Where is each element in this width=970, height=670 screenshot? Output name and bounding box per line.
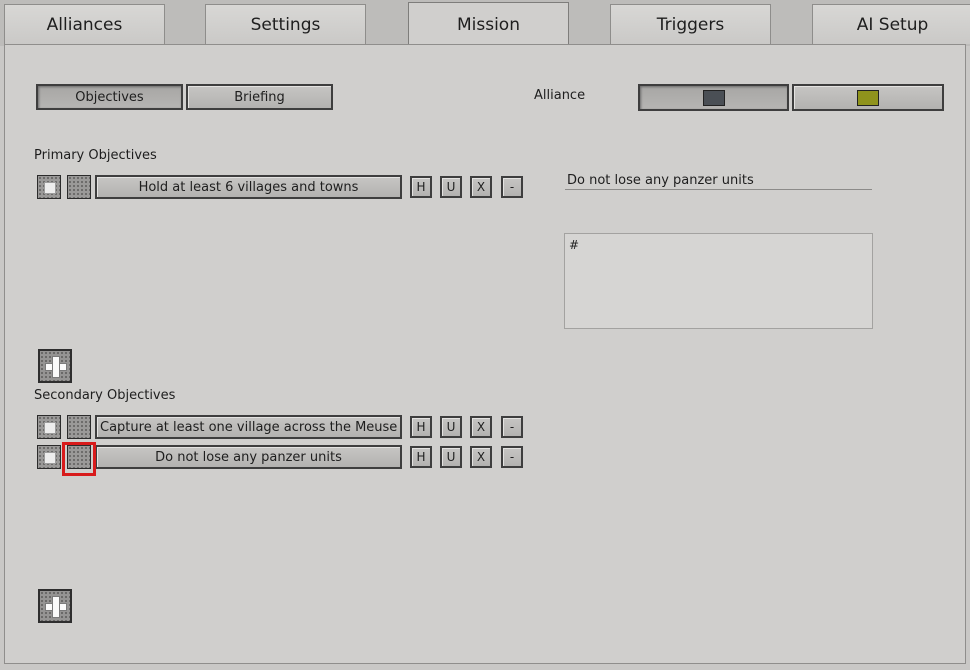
alliance-label: Alliance (534, 88, 586, 103)
primary-1-x-button[interactable]: X (470, 176, 492, 198)
secondary-objectives-heading: Secondary Objectives (34, 388, 176, 403)
alliance-1-color-swatch (702, 89, 725, 106)
secondary-2-u-button[interactable]: U (440, 446, 462, 468)
alliance-2-color-swatch (857, 89, 879, 106)
mission-panel (4, 44, 966, 664)
selection-highlight (62, 442, 96, 476)
secondary-1-remove-button[interactable]: - (501, 416, 523, 438)
secondary-2-h-button[interactable]: H (410, 446, 432, 468)
primary-objectives-heading: Primary Objectives (34, 148, 157, 163)
add-secondary-objective-button[interactable] (38, 589, 72, 623)
checkbox-indicator (44, 182, 56, 194)
secondary-2-x-button[interactable]: X (470, 446, 492, 468)
objective-title-field[interactable]: Do not lose any panzer units (565, 172, 872, 190)
plus-icon-stem (52, 596, 60, 618)
alliance-1-button[interactable] (638, 84, 789, 111)
briefing-tab[interactable]: Briefing (186, 84, 333, 110)
secondary-1-pattern-button[interactable] (67, 415, 91, 439)
checkbox-indicator (44, 452, 56, 464)
secondary-2-checkbox[interactable] (37, 445, 61, 469)
plus-icon-stem (52, 356, 60, 378)
secondary-1-checkbox[interactable] (37, 415, 61, 439)
primary-1-h-button[interactable]: H (410, 176, 432, 198)
tab-bar: Alliances Settings Mission Triggers AI S… (0, 0, 970, 46)
tab-alliances[interactable]: Alliances (4, 4, 165, 44)
secondary-1-u-button[interactable]: U (440, 416, 462, 438)
primary-1-u-button[interactable]: U (440, 176, 462, 198)
tab-settings[interactable]: Settings (205, 4, 366, 44)
secondary-2-objective[interactable]: Do not lose any panzer units (95, 445, 402, 469)
alliance-2-button[interactable] (792, 84, 944, 111)
tab-mission[interactable]: Mission (408, 2, 569, 46)
add-primary-objective-button[interactable] (38, 349, 72, 383)
primary-1-remove-button[interactable]: - (501, 176, 523, 198)
primary-1-checkbox[interactable] (37, 175, 61, 199)
secondary-1-h-button[interactable]: H (410, 416, 432, 438)
tab-triggers[interactable]: Triggers (610, 4, 771, 44)
objective-description-field[interactable]: # (564, 233, 873, 329)
secondary-1-objective[interactable]: Capture at least one village across the … (95, 415, 402, 439)
tab-ai-setup[interactable]: AI Setup (812, 4, 970, 44)
secondary-1-x-button[interactable]: X (470, 416, 492, 438)
checkbox-indicator (44, 422, 56, 434)
primary-1-objective[interactable]: Hold at least 6 villages and towns (95, 175, 402, 199)
secondary-2-remove-button[interactable]: - (501, 446, 523, 468)
primary-1-pattern-button[interactable] (67, 175, 91, 199)
objectives-tab[interactable]: Objectives (36, 84, 183, 110)
